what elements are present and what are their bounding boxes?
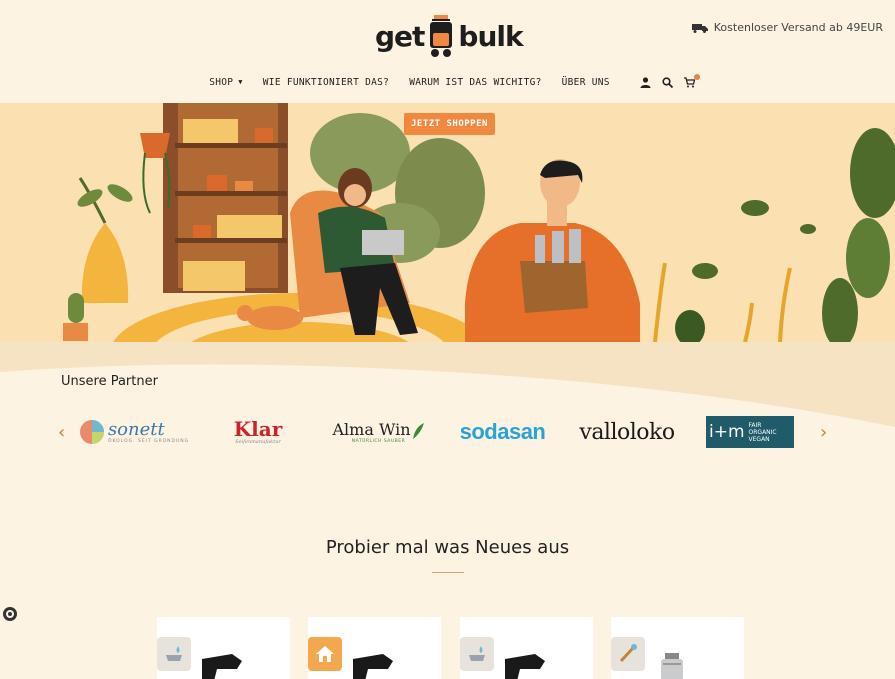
nav-shop-label: SHOP xyxy=(209,76,234,88)
shipping-text: Kostenloser Versand ab 49EUR xyxy=(713,21,883,34)
klar-tagline: Seifenmanufaktur xyxy=(235,439,281,445)
nav-about-label: ÜBER UNS xyxy=(561,76,610,88)
nav-how-label: WIE FUNKTIONIERT DAS? xyxy=(262,76,390,88)
almawin-name: Alma Win xyxy=(332,419,411,439)
leaf-icon xyxy=(412,422,424,439)
nav-shop[interactable]: SHOP ▼ xyxy=(199,77,253,88)
cart-icon[interactable] xyxy=(684,74,700,88)
product-card[interactable] xyxy=(611,617,744,679)
brush-icon xyxy=(619,644,637,663)
accessibility-widget-icon[interactable] xyxy=(2,606,18,622)
spray-bottle-icon xyxy=(505,654,545,679)
product-card[interactable] xyxy=(308,617,441,679)
nav-icons xyxy=(640,74,700,88)
hero-illustration xyxy=(63,103,895,342)
jar-icon xyxy=(428,15,454,57)
klar-name: Klar xyxy=(233,417,283,441)
main-nav: SHOP ▼ WIE FUNKTIONIERT DAS? WARUM IST D… xyxy=(0,74,895,88)
partner-logo-almawin[interactable]: Alma Win NATÜRLICH SAUBER xyxy=(332,412,424,452)
spray-bottle-icon xyxy=(353,654,393,679)
cart-count-dot xyxy=(693,74,700,80)
partner-logo-sonett[interactable]: sonett ÖKOLOG. SEIT GRÜNDUNG xyxy=(78,412,190,452)
carousel-prev-arrow[interactable]: ‹ xyxy=(58,422,74,443)
product-card[interactable] xyxy=(460,617,593,679)
shipping-notice: Kostenloser Versand ab 49EUR xyxy=(691,21,883,34)
product-badge xyxy=(611,637,645,671)
sonett-mark-icon xyxy=(79,420,104,444)
search-icon[interactable] xyxy=(662,76,674,88)
featured-title: Probier mal was Neues aus xyxy=(325,537,570,558)
nav-how-it-works[interactable]: WIE FUNKTIONIERT DAS? xyxy=(253,77,399,88)
sonett-tagline: ÖKOLOG. SEIT GRÜNDUNG xyxy=(107,438,190,444)
product-badge xyxy=(460,637,494,671)
steel-bottle-icon xyxy=(661,653,683,679)
site-logo[interactable]: get bulk xyxy=(375,12,525,60)
sodasan-name: sodasan xyxy=(459,419,546,444)
title-underline xyxy=(432,572,464,573)
partner-logo-klar[interactable]: Klar Seifenmanufaktur xyxy=(228,412,288,452)
partner-logo-sodasan[interactable]: sodasan xyxy=(455,412,550,452)
im-name: i+m xyxy=(709,422,745,442)
shop-now-button[interactable]: JETZT SHOPPEN xyxy=(404,113,495,135)
spray-bottle-icon xyxy=(202,654,242,679)
sonett-name: sonett xyxy=(107,418,165,440)
sink-drop-icon xyxy=(469,646,485,661)
partner-carousel: ‹ sonett ÖKOLOG. SEIT GRÜNDUNG Klar Seif… xyxy=(58,408,838,456)
hero-banner: JETZT SHOPPEN xyxy=(0,103,895,342)
product-card[interactable] xyxy=(157,617,290,679)
product-badge xyxy=(157,637,191,671)
nav-about-us[interactable]: ÜBER UNS xyxy=(552,77,620,88)
carousel-next-arrow[interactable]: › xyxy=(820,422,836,443)
nav-why-label: WARUM IST DAS WICHITG? xyxy=(409,76,542,88)
product-badge xyxy=(308,637,342,671)
site-header: get bulk Kostenloser Versand ab 49EUR SH… xyxy=(0,0,895,103)
almawin-tagline: NATÜRLICH SAUBER xyxy=(351,438,406,444)
logo-word-right: bulk xyxy=(458,19,523,53)
house-icon xyxy=(316,646,334,662)
account-icon[interactable] xyxy=(640,76,652,88)
valloloko-name: valloloko xyxy=(579,419,675,445)
caret-down-icon: ▼ xyxy=(238,78,243,86)
im-tagline: FAIR ORGANIC VEGAN xyxy=(748,421,777,443)
logo-word-left: get xyxy=(375,19,425,53)
nav-why-important[interactable]: WARUM IST DAS WICHITG? xyxy=(399,77,551,88)
sink-drop-icon xyxy=(166,646,182,661)
partner-logo-im[interactable]: i+m FAIR ORGANIC VEGAN xyxy=(706,416,794,448)
partner-logo-valloloko[interactable]: valloloko xyxy=(579,412,675,452)
truck-icon xyxy=(691,23,708,33)
partners-title: Unsere Partner xyxy=(61,374,158,389)
